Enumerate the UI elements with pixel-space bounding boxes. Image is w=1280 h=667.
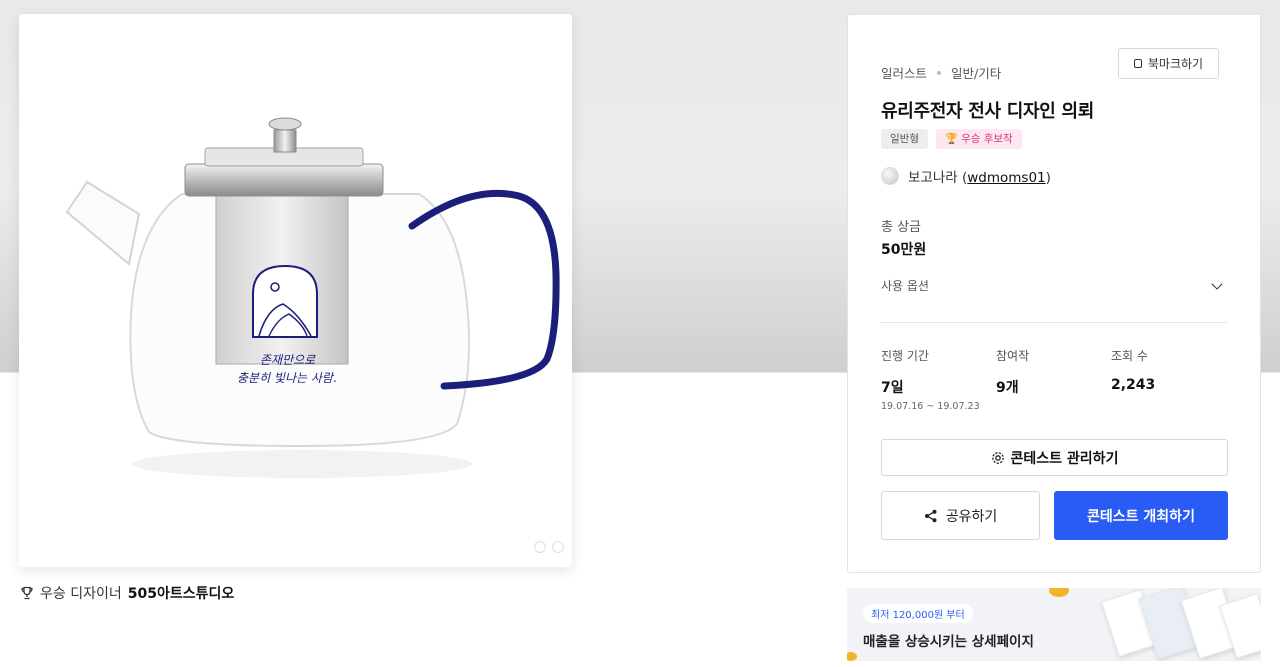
bookmark-icon [1133,59,1142,68]
share-icon [924,509,937,522]
stat-label: 참여작 [996,349,1030,363]
contest-image[interactable]: 존재만으로 충분히 빛나는 사람. [19,14,572,567]
winner-prefix: 우승 디자이너 [40,586,122,602]
host-handle[interactable]: wdmoms01 [967,170,1045,186]
contest-stats: 진행 기간 7일 19.07.16 ~ 19.07.23 참여작 9개 조회 수… [881,347,1226,412]
avatar [881,167,899,185]
trophy-icon: 🏆 [944,133,959,145]
stat-label: 조회 수 [1111,349,1148,363]
prize-label: 총 상금 [881,220,922,235]
breadcrumb-category[interactable]: 일러스트 [881,63,927,82]
share-button[interactable]: 공유하기 [881,491,1040,540]
coin-decoration [847,652,857,661]
usage-options-label: 사용 옵션 [881,279,929,293]
breadcrumb-separator [937,70,942,75]
stat-date-range: 19.07.16 ~ 19.07.23 [881,401,980,412]
badge-award-label: 우승 후보작 [961,133,1013,145]
host-name: 보고나라 [908,170,958,186]
usage-options-toggle[interactable]: 사용 옵션 [881,277,1227,294]
image-corner-icons [534,541,564,553]
contest-info-panel: 일러스트 일반/기타 북마크하기 유리주전자 전사 디자인 의뢰 일반형 🏆 우… [847,14,1261,573]
host-contest-button[interactable]: 콘테스트 개최하기 [1054,491,1228,540]
coin-decoration [1049,588,1069,597]
prize-value: 50만원 [881,242,927,258]
product-label-line2: 충분히 빛나는 사람. [237,371,337,385]
ad-price-pill: 최저 120,000원 부터 [863,604,973,623]
ad-banner[interactable]: 최저 120,000원 부터 매출을 상승시키는 상세페이지 [847,588,1261,661]
stat-duration: 진행 기간 7일 19.07.16 ~ 19.07.23 [881,347,996,412]
gear-icon [991,451,1004,464]
ad-headline: 매출을 상승시키는 상세페이지 [863,634,1034,650]
host-contest-label: 콘테스트 개최하기 [1087,508,1195,525]
chevron-down-icon [1211,277,1223,290]
host-info[interactable]: 보고나라 (wdmoms01) [881,166,1051,186]
bookmark-label: 북마크하기 [1147,57,1204,71]
winner-designer-name[interactable]: 505아트스튜디오 [128,583,235,603]
bookmark-button[interactable]: 북마크하기 [1118,48,1219,79]
stat-value: 2,243 [1111,377,1156,393]
breadcrumb-subcategory[interactable]: 일반/기타 [951,63,1001,82]
trophy-icon [21,586,33,600]
product-label-line1: 존재만으로 [260,353,316,367]
breadcrumb: 일러스트 일반/기타 [881,63,1001,82]
stat-value: 7일 [881,380,904,396]
badges: 일반형 🏆 우승 후보작 [881,129,1022,149]
contest-title: 유리주전자 전사 디자인 의뢰 [881,101,1095,122]
winner-line: 우승 디자이너 505아트스튜디오 [20,583,234,603]
share-label: 공유하기 [945,508,998,525]
zoom-icon[interactable] [534,541,546,553]
stat-value: 9개 [996,380,1019,396]
info-icon[interactable] [552,541,564,553]
badge-award: 🏆 우승 후보작 [935,129,1022,149]
manage-contest-label: 콘테스트 관리하기 [1010,450,1119,467]
badge-contest-type: 일반형 [881,129,928,149]
stat-entries: 참여작 9개 [996,347,1111,412]
stat-label: 진행 기간 [881,349,929,363]
divider [881,322,1227,323]
stat-views: 조회 수 2,243 [1111,347,1226,412]
manage-contest-button[interactable]: 콘테스트 관리하기 [881,439,1228,476]
